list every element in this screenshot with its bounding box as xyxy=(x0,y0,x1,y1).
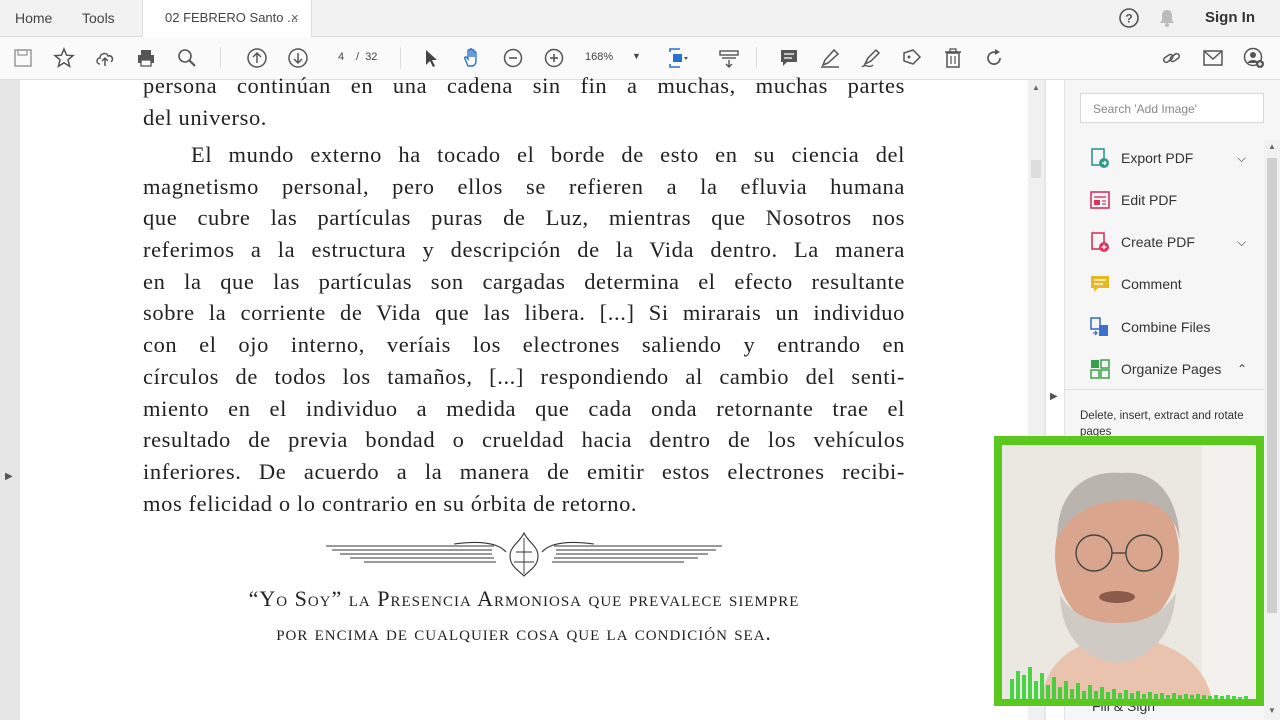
chevron-down-icon[interactable]: ⌵ xyxy=(1237,227,1246,257)
export-pdf-icon xyxy=(1091,148,1109,168)
zoom-in-icon[interactable] xyxy=(541,45,567,71)
upload-cloud-icon[interactable] xyxy=(92,45,118,71)
tab-home[interactable]: Home xyxy=(15,0,52,36)
create-pdf-icon xyxy=(1091,232,1109,252)
tool-create-pdf[interactable]: Create PDF ⌵ xyxy=(1089,227,1259,257)
document-text-top: persona continúan en una cadena sin fin … xyxy=(143,70,905,133)
text-line: mos felicidad o lo contrario en su órbit… xyxy=(143,490,638,516)
sign-in-button[interactable]: Sign In xyxy=(1205,0,1255,36)
hand-tool-icon[interactable] xyxy=(459,45,485,71)
text-line: sobre la corriente de Vida que las liber… xyxy=(143,300,905,326)
organize-pages-icon xyxy=(1090,359,1110,379)
chevron-down-icon: ▼ xyxy=(632,51,641,61)
text-line: magnetismo personal, pero ellos se refie… xyxy=(143,173,905,199)
page-total: / 32 xyxy=(356,46,377,68)
text-line: en la que las partículas son cargadas de… xyxy=(143,268,905,294)
combine-files-icon xyxy=(1090,317,1108,336)
edit-pdf-icon xyxy=(1090,191,1110,209)
toolbar-divider xyxy=(756,47,757,69)
delete-trash-icon[interactable] xyxy=(940,45,966,71)
tool-comment[interactable]: Comment xyxy=(1089,269,1259,299)
scroll-down-icon[interactable]: ▼ xyxy=(1268,706,1276,715)
page-down-icon[interactable] xyxy=(285,45,311,71)
link-share-icon[interactable] xyxy=(1159,45,1185,71)
tool-label: Combine Files xyxy=(1121,319,1211,335)
select-cursor-icon[interactable] xyxy=(418,45,444,71)
motto-line-2: por encima de cualquier cosa que la cond… xyxy=(276,621,772,645)
scrollbar-thumb[interactable] xyxy=(1267,158,1277,613)
add-user-icon[interactable] xyxy=(1241,45,1267,71)
zoom-out-icon[interactable] xyxy=(500,45,526,71)
rotate-icon[interactable] xyxy=(981,45,1007,71)
close-tab-icon[interactable]: × xyxy=(291,0,299,36)
page-separator: / xyxy=(356,51,360,63)
stamp-tag-icon[interactable] xyxy=(899,45,925,71)
text-line: referimos a la estructura y descripción … xyxy=(143,237,905,263)
highlight-pen-icon[interactable] xyxy=(817,45,843,71)
document-paragraph: El mundo externo ha tocado el borde de e… xyxy=(143,139,905,519)
tool-label: Export PDF xyxy=(1121,150,1194,166)
tool-combine-files[interactable]: Combine Files xyxy=(1089,312,1259,342)
scroll-mode-icon[interactable] xyxy=(716,45,742,71)
page-fit-icon[interactable] xyxy=(664,45,690,71)
tools-search-input[interactable]: Search 'Add Image' xyxy=(1080,93,1264,123)
tool-label: Edit PDF xyxy=(1121,192,1178,208)
chevron-down-icon[interactable]: ⌵ xyxy=(1237,143,1246,173)
page-up-icon[interactable] xyxy=(244,45,270,71)
tool-edit-pdf[interactable]: Edit PDF xyxy=(1089,185,1259,215)
email-icon[interactable] xyxy=(1200,45,1226,71)
text-line: del universo. xyxy=(143,104,268,130)
toolbar-divider xyxy=(400,47,401,69)
tool-label: Create PDF xyxy=(1121,234,1195,250)
page-total-value: 32 xyxy=(365,51,378,63)
tab-tools[interactable]: Tools xyxy=(82,0,115,36)
motto-line-1: “Yo Soy” la Presencia Armoniosa que prev… xyxy=(248,586,800,611)
print-icon[interactable] xyxy=(133,45,159,71)
text-line: inferiores. De acuerdo a la manera de em… xyxy=(143,458,905,484)
draw-pen-icon[interactable] xyxy=(858,45,884,71)
text-line: círculos de todos los tamaños, [...] res… xyxy=(143,363,905,389)
svg-text:?: ? xyxy=(1125,12,1132,26)
chevron-up-icon[interactable]: ⌃ xyxy=(1237,354,1247,384)
tools-panel-scrollbar[interactable]: ▲ ▼ xyxy=(1264,140,1280,720)
top-tab-bar: Home Tools 02 FEBRERO Santo ... × ? Sign… xyxy=(0,0,1280,37)
text-line: que cubre las partículas puras de Luz, m… xyxy=(143,205,905,231)
text-line: miento en el individuo a medida que cada… xyxy=(143,395,905,421)
webcam-overlay xyxy=(994,436,1264,706)
scroll-up-icon[interactable]: ▲ xyxy=(1268,142,1276,151)
winged-ornament-divider xyxy=(324,530,724,580)
text-line: con el ojo interno, veríais los electron… xyxy=(143,332,905,358)
toolbar-divider xyxy=(220,47,221,69)
page-number-input[interactable]: 4 xyxy=(326,46,356,68)
zoom-level-value: 168% xyxy=(585,51,614,63)
left-panel-toggle-icon[interactable]: ▶ xyxy=(5,471,13,482)
comment-icon xyxy=(1091,276,1109,292)
text-line: resultado de previa bondad o crueldad ha… xyxy=(143,427,905,453)
scrollbar-thumb[interactable] xyxy=(1031,160,1041,178)
tab-document[interactable]: 02 FEBRERO Santo ... × xyxy=(142,0,312,37)
save-icon[interactable] xyxy=(10,45,36,71)
text-line: persona continúan en una cadena sin fin … xyxy=(143,73,905,98)
tool-label: Comment xyxy=(1121,276,1182,292)
zoom-search-icon[interactable] xyxy=(174,45,200,71)
zoom-level-dropdown[interactable]: 168% ▼ xyxy=(585,46,645,68)
tool-organize-pages[interactable]: Organize Pages ⌃ xyxy=(1089,354,1259,384)
comment-icon[interactable] xyxy=(776,45,802,71)
tool-export-pdf[interactable]: Export PDF ⌵ xyxy=(1089,143,1259,173)
text-line: El mundo externo ha tocado el borde de e… xyxy=(191,142,905,167)
panel-divider xyxy=(1065,389,1265,390)
tool-label: Organize Pages xyxy=(1121,361,1222,377)
document-tab-title: 02 FEBRERO Santo ... xyxy=(165,10,298,25)
scroll-up-icon[interactable]: ▲ xyxy=(1032,83,1040,92)
presenter-video xyxy=(1002,445,1256,699)
right-panel-toggle-icon[interactable]: ▶ xyxy=(1050,391,1058,402)
star-icon[interactable] xyxy=(51,45,77,71)
